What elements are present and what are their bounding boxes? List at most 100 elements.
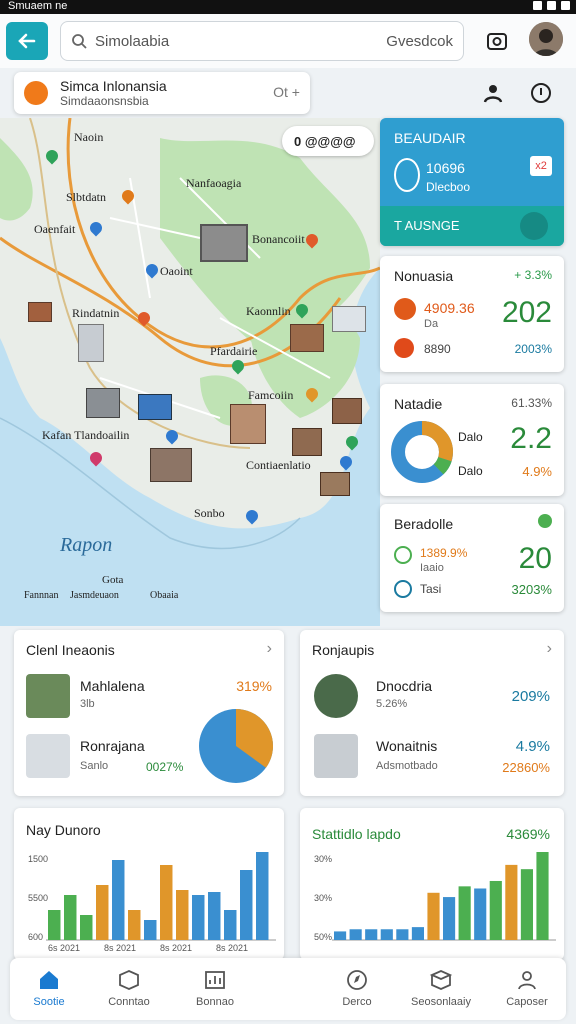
nav-item[interactable]: Caposer	[488, 964, 566, 1016]
nav-label: Bonnao	[196, 996, 234, 1008]
stat-card[interactable]: Natadie 61.33% Dalo Dalo 2.2 4.9%	[380, 384, 564, 496]
camera-button[interactable]	[482, 26, 512, 56]
nav-home[interactable]: Sootie	[10, 964, 88, 1016]
house-icon[interactable]	[28, 302, 52, 322]
list-item-pct: 4.9%	[515, 738, 550, 755]
list-card-title: Ronjaupis	[312, 642, 375, 658]
chart-card[interactable]: Stattidlo lapdo 4369% 30% 30% 50%	[300, 808, 564, 960]
bar-chart: 1500 5500 600 6s 2021 8s 2021 8s 2021 8s 2021	[28, 852, 276, 953]
stat-title: Beradolle	[394, 516, 454, 532]
location-card[interactable]: Simca Inlonansia Simdaaonsnsbia Ot +	[14, 72, 310, 114]
chart-card[interactable]: Nay Dunoro 1500 5500 600 6s 2021 8s 2021 8s 2…	[14, 808, 284, 960]
status-icons	[533, 1, 570, 10]
bar	[208, 892, 221, 940]
back-button[interactable]	[6, 22, 48, 60]
info-icon	[531, 83, 551, 103]
search-input[interactable]: Simolaabia Gvesdcok	[60, 21, 464, 61]
pie-chart	[199, 709, 273, 783]
house-icon[interactable]	[150, 448, 192, 482]
house-icon[interactable]	[332, 398, 362, 424]
nav-item[interactable]: Derco	[318, 964, 396, 1016]
search-action[interactable]: Gvesdcok	[386, 33, 453, 50]
info-button[interactable]	[526, 78, 556, 108]
map-toggle-icon[interactable]	[520, 212, 548, 240]
nav-item[interactable]: Bonnao	[176, 964, 254, 1016]
summary-footer-label: T AUSNGE	[394, 218, 460, 233]
stat-row1-value: 4909.36	[424, 300, 475, 316]
map-label: Fannnan	[24, 590, 59, 601]
stat-row2-pct: 3203%	[511, 582, 552, 597]
list-item-name[interactable]: Wonaitnis	[376, 738, 437, 754]
location-action[interactable]: Ot +	[273, 84, 300, 100]
house-icon[interactable]	[138, 394, 172, 420]
bar	[112, 860, 125, 940]
map-label: Kaonnlin	[246, 304, 291, 318]
status-dot-icon	[538, 514, 552, 528]
map-compass-control[interactable]: 0 @@@@	[282, 126, 374, 156]
bar	[365, 929, 378, 940]
bar	[349, 929, 362, 940]
user-photo-icon	[529, 22, 563, 56]
arrow-left-icon	[18, 33, 36, 49]
chevron-right-icon[interactable]: ›	[547, 640, 552, 658]
box-icon	[119, 970, 139, 990]
building-icon[interactable]	[78, 324, 104, 362]
nav-label: Seosonlaaiy	[411, 996, 471, 1008]
map-label: Oaenfait	[34, 222, 76, 236]
building-icon[interactable]	[86, 388, 120, 418]
list-item-pct: 209%	[511, 688, 550, 705]
stat-change: + 3.3%	[514, 268, 552, 282]
status-text: Smuaem ne	[8, 0, 68, 12]
list-item-name[interactable]: Mahlalena	[80, 678, 145, 694]
house-icon[interactable]	[320, 472, 350, 496]
avatar[interactable]	[529, 22, 563, 56]
compass-icon	[347, 970, 367, 990]
nav-item[interactable]: Conntao	[90, 964, 168, 1016]
user-icon	[483, 85, 503, 103]
stat-title: Nonuasia	[394, 268, 454, 284]
bar	[96, 885, 109, 940]
stat-icon	[394, 298, 416, 320]
stat-card[interactable]: Nonuasia + 3.3% 4909.36 Da 202 8890 2003…	[380, 256, 564, 372]
list-item-name[interactable]: Dnocdria	[376, 678, 432, 694]
summary-card[interactable]: BEAUDAIR 10696 Dlecboo x2 T AUSNGE	[380, 118, 564, 246]
house-icon[interactable]	[230, 404, 266, 444]
bar	[128, 910, 141, 940]
summary-badge[interactable]: x2	[530, 156, 552, 176]
stat-card[interactable]: Beradolle 1389.9% Iaaio 20 Tasi 3203%	[380, 504, 564, 612]
bar	[256, 852, 269, 940]
profile-button[interactable]	[478, 78, 508, 108]
list-card[interactable]: Ronjaupis › Dnocdria 5.26% 209% Wonaitni…	[300, 630, 564, 796]
bar	[144, 920, 157, 940]
map-canvas	[0, 118, 380, 626]
bar	[240, 870, 253, 940]
map-label: Rindatnin	[72, 306, 120, 320]
bar	[427, 892, 440, 940]
info-circle-icon	[394, 580, 412, 598]
bar	[505, 864, 518, 940]
house-icon[interactable]	[332, 306, 366, 332]
map-label: Nanfaoagia	[186, 176, 242, 190]
bar	[474, 888, 487, 940]
y-tick-label: 30%	[314, 854, 332, 864]
nav-item[interactable]: Seosonlaaiy	[402, 964, 480, 1016]
list-item-name[interactable]: Ronrajana	[80, 738, 145, 754]
location-logo-icon	[24, 81, 48, 105]
list-item-sub: 3lb	[80, 698, 95, 710]
place-thumbnail	[314, 674, 358, 718]
house-icon[interactable]	[292, 428, 322, 456]
summary-footer[interactable]: T AUSNGE	[380, 206, 564, 246]
map-label: Bonancoiit	[252, 232, 305, 246]
city-map[interactable]: 0 @@@@ Naoin Slbtdatn Nanfaoagia Oaenfai…	[0, 118, 380, 626]
y-tick-label: 1500	[28, 854, 48, 864]
stat-big: 20	[518, 542, 552, 575]
stat-row2-pct: 2003%	[514, 342, 552, 356]
building-icon[interactable]	[200, 224, 248, 262]
stat-title: Natadie	[394, 396, 443, 412]
summary-sub: Dlecboo	[426, 180, 471, 194]
list-card[interactable]: Clenl Ineaonis › Mahlalena 3lb 319% Ronr…	[14, 630, 284, 796]
chart-title: Nay Dunoro	[26, 822, 101, 838]
search-icon	[72, 34, 87, 49]
house-icon[interactable]	[290, 324, 324, 352]
chevron-right-icon[interactable]: ›	[267, 640, 272, 658]
